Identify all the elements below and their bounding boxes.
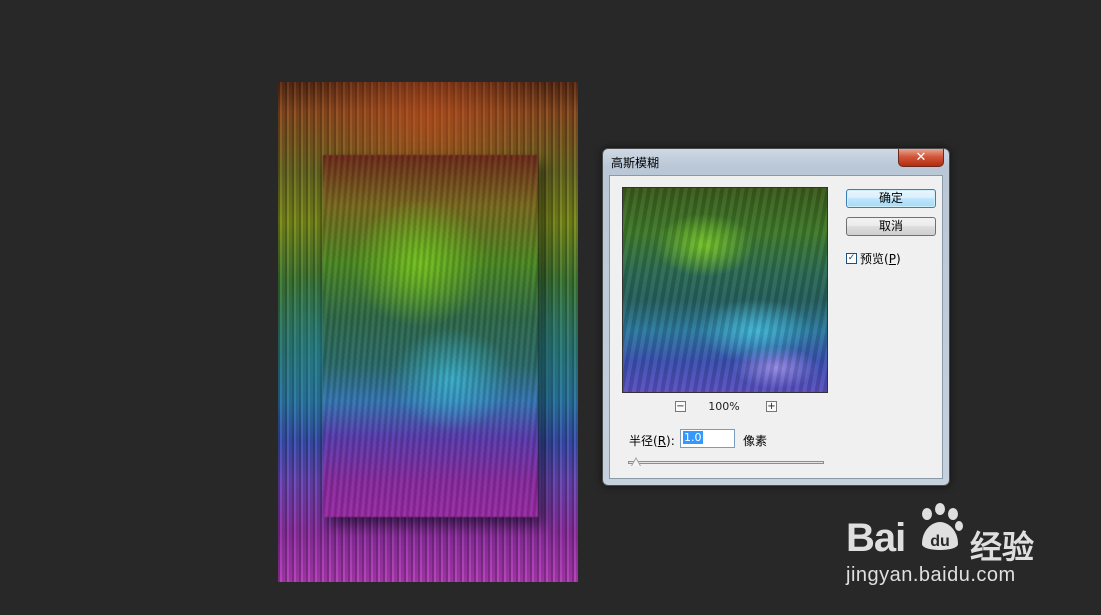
radius-value: 1.0 — [683, 431, 703, 444]
zoom-out-button[interactable]: − — [675, 401, 686, 412]
canvas-layer-image — [323, 155, 538, 517]
radius-slider-thumb[interactable] — [630, 457, 641, 466]
baidu-jingyan-watermark: Bai du 经验 jingyan.baidu.com — [846, 498, 1096, 598]
preview-checkbox[interactable]: ✓ — [846, 253, 857, 264]
dialog-title: 高斯模糊 — [611, 156, 660, 170]
watermark-url: jingyan.baidu.com — [846, 564, 1016, 586]
radius-label: 半径(R): — [629, 434, 675, 448]
preview-label: 预览(P) — [860, 252, 901, 266]
close-button[interactable]: ✕ — [898, 149, 944, 167]
dialog-body: − 100% + 确定 取消 ✓ 预览(P) 半径(R): 1.0 像素 — [609, 175, 943, 479]
radius-unit-label: 像素 — [743, 434, 768, 448]
plus-icon: + — [767, 401, 776, 412]
preview-checkbox-row[interactable]: ✓ 预览(P) — [846, 250, 901, 267]
gaussian-blur-dialog: 高斯模糊 ✕ − 100% + 确定 取消 ✓ 预览(P) 半径(R): 1.0 — [602, 148, 950, 486]
close-icon: ✕ — [915, 150, 927, 165]
minus-icon: − — [676, 401, 685, 412]
baidu-paw-icon: du — [922, 503, 963, 550]
dialog-titlebar[interactable]: 高斯模糊 ✕ — [603, 149, 949, 175]
cancel-button[interactable]: 取消 — [846, 217, 936, 236]
radius-slider-track[interactable] — [628, 461, 824, 464]
svg-text:du: du — [930, 533, 950, 550]
baidu-logo-text: Bai — [846, 516, 906, 560]
radius-input[interactable]: 1.0 — [680, 429, 735, 448]
jingyan-text: 经验 — [970, 528, 1035, 566]
zoom-controls: − 100% + — [622, 400, 828, 416]
zoom-in-button[interactable]: + — [766, 401, 777, 412]
preview-image[interactable] — [622, 187, 828, 393]
zoom-level: 100% — [708, 400, 740, 413]
document-canvas[interactable] — [278, 82, 578, 582]
checkmark-icon: ✓ — [847, 253, 856, 263]
ok-button[interactable]: 确定 — [846, 189, 936, 208]
